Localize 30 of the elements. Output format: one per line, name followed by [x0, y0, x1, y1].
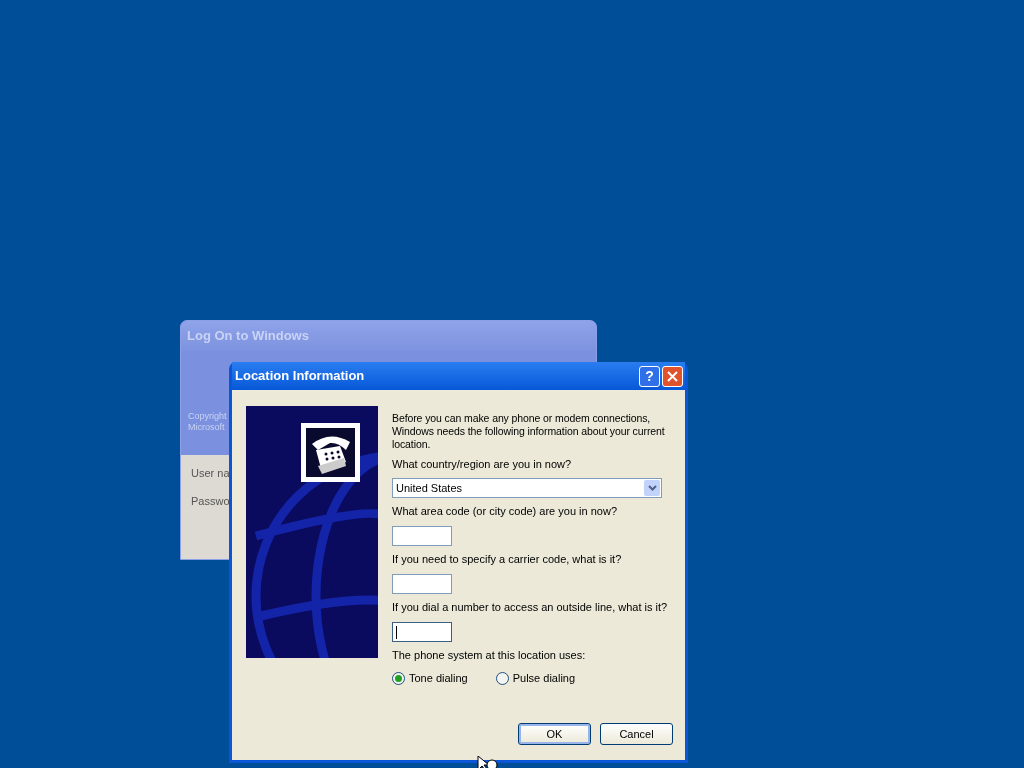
mouse-cursor-icon — [477, 754, 499, 768]
input-field[interactable] — [392, 622, 452, 642]
radio-button[interactable] — [495, 672, 509, 685]
window-title: Log On to Windows — [187, 327, 309, 346]
copyright-text: Microsoft — [188, 422, 226, 433]
country-dropdown[interactable]: United States — [392, 478, 662, 498]
radio-label: Tone dialing — [409, 672, 468, 685]
dialog-button[interactable]: OK — [518, 723, 591, 745]
field-label: The phone system at this location uses: — [392, 649, 587, 662]
field-label: What area code (or city code) are you in now? — [392, 505, 618, 518]
field-label: Passwo — [191, 495, 230, 507]
radio-option[interactable]: Tone dialing — [392, 672, 468, 685]
close-icon — [667, 370, 678, 382]
field-label: If you dial a number to access an outside line, what is it? — [392, 601, 669, 614]
field-label: What country/region are you in now? — [392, 458, 573, 471]
input-field[interactable] — [392, 574, 452, 594]
radio-button[interactable] — [392, 672, 405, 685]
dialog-button[interactable]: Cancel — [600, 723, 673, 745]
copyright-text: Copyright — [188, 411, 227, 422]
telephone-icon — [301, 423, 360, 482]
radio-label: Pulse dialing — [512, 672, 576, 685]
field-label: If you need to specify a carrier code, what is it? — [392, 553, 623, 566]
window-title: Location Information — [235, 367, 365, 386]
intro-text: Before you can make any phone or modem connections, Windows needs the following information about your current location. — [392, 412, 666, 451]
help-button[interactable]: ? — [639, 365, 660, 387]
dropdown-value: United States — [396, 481, 463, 495]
radio-option[interactable]: Pulse dialing — [495, 672, 576, 685]
field-label: User na — [191, 467, 230, 479]
input-field[interactable] — [392, 526, 452, 546]
close-button[interactable] — [662, 365, 683, 387]
